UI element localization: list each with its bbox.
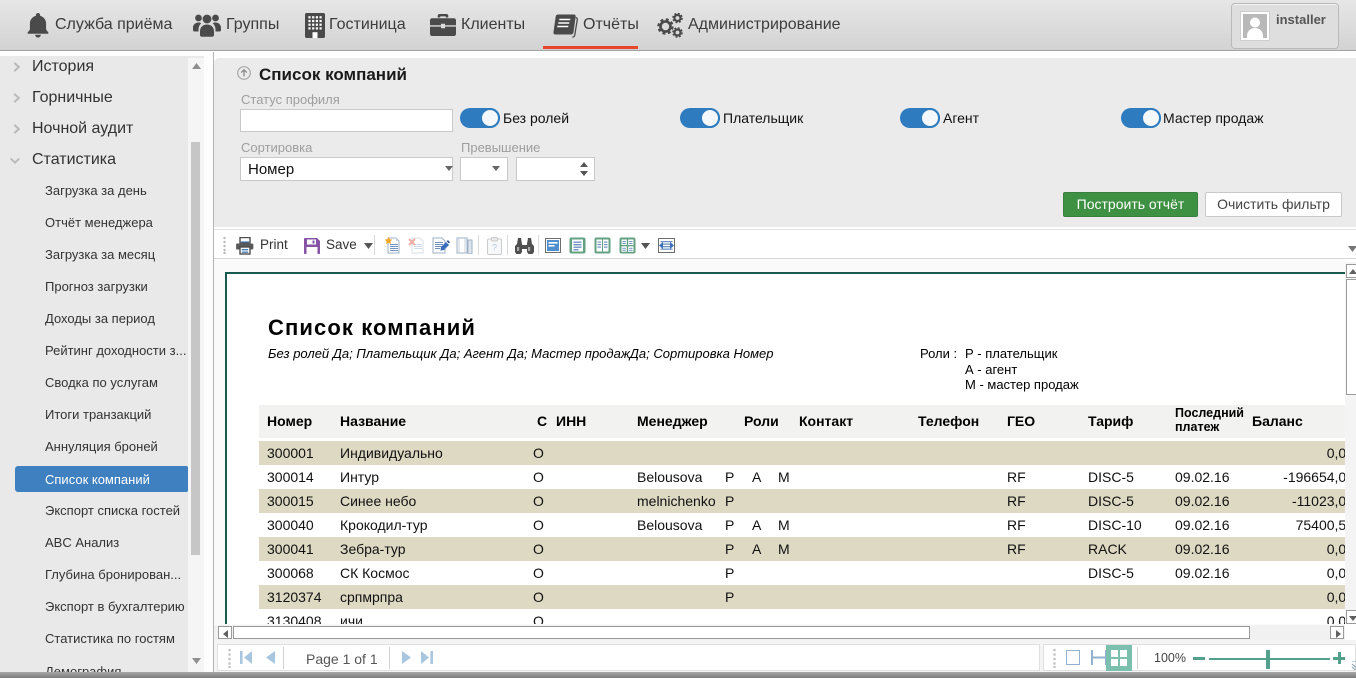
svg-text:?: ?: [492, 243, 497, 253]
